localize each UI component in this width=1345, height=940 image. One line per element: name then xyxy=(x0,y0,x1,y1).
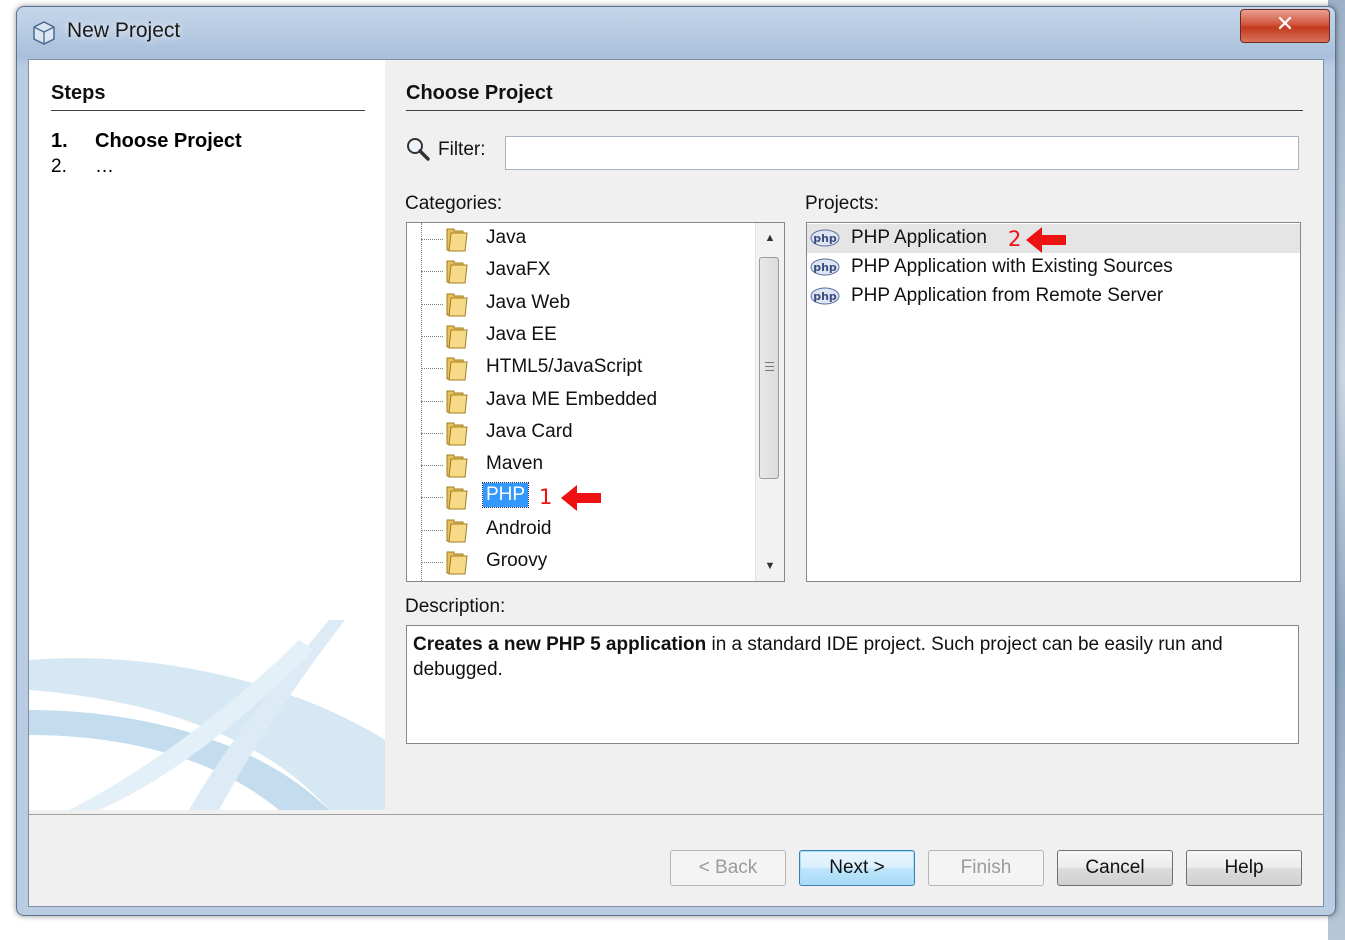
category-label: Android xyxy=(486,517,552,539)
tree-connector xyxy=(421,239,443,240)
category-label: PHP xyxy=(481,482,530,509)
svg-text:php: php xyxy=(813,290,837,303)
tree-connector xyxy=(421,465,443,467)
step-label: … xyxy=(95,156,114,177)
scrollbar-thumb[interactable] xyxy=(759,257,779,479)
step-label-current: Choose Project xyxy=(95,130,242,152)
annotation-marker-1: 1 xyxy=(539,485,553,509)
category-item[interactable]: JavaFX xyxy=(407,255,755,287)
folder-icon xyxy=(446,228,468,252)
filter-input[interactable] xyxy=(505,136,1299,170)
project-item[interactable]: php PHP Application with Existing Sources xyxy=(807,253,1300,282)
category-item[interactable]: Java EE xyxy=(407,320,755,352)
red-arrow-icon xyxy=(1026,227,1066,253)
category-label: Java Card xyxy=(486,420,573,442)
category-item[interactable]: Groovy xyxy=(407,546,755,578)
category-label: Maven xyxy=(486,453,544,475)
filter-label: Filter: xyxy=(438,139,486,160)
category-label: Java EE xyxy=(486,323,557,345)
folder-icon xyxy=(446,390,468,413)
cancel-button[interactable]: Cancel xyxy=(1057,850,1173,886)
tree-connector xyxy=(421,368,443,370)
project-label: PHP Application from Remote Server xyxy=(851,285,1164,306)
title-divider xyxy=(406,110,1303,111)
category-item[interactable]: Java ME Embedded xyxy=(407,385,755,417)
category-label: Groovy xyxy=(486,550,548,571)
category-label: JavaFX xyxy=(486,259,551,281)
category-label: Java Web xyxy=(486,291,571,313)
grip-icon xyxy=(765,362,774,374)
steps-divider xyxy=(51,110,365,111)
category-item[interactable]: Java xyxy=(407,223,755,255)
folder-icon xyxy=(446,454,468,478)
search-icon xyxy=(407,138,430,161)
page-title: Choose Project xyxy=(406,82,553,104)
new-project-dialog: New Project ✕ Steps 1. Choose Project 2.… xyxy=(16,6,1336,916)
tree-connector xyxy=(421,497,443,499)
category-label: HTML5/JavaScript xyxy=(486,356,643,378)
back-button[interactable]: < Back xyxy=(670,850,786,886)
footer-divider xyxy=(29,814,1323,815)
tree-connector xyxy=(421,562,443,563)
step-number: 1. xyxy=(51,130,68,152)
tree-connector xyxy=(421,432,443,434)
php-icon: php xyxy=(810,287,840,305)
window-title: New Project xyxy=(67,19,181,42)
title-bar[interactable]: New Project ✕ xyxy=(17,7,1335,59)
help-button[interactable]: Help xyxy=(1186,850,1302,886)
project-label: PHP Application with Existing Sources xyxy=(851,256,1173,277)
dialog-content: Steps 1. Choose Project 2. … Choose Proj… xyxy=(28,59,1324,907)
php-icon: php xyxy=(810,229,840,247)
steps-panel: Steps 1. Choose Project 2. … xyxy=(29,60,385,810)
category-label: Java xyxy=(486,227,527,248)
folder-icon xyxy=(446,260,468,284)
folder-icon xyxy=(446,357,468,381)
categories-tree[interactable]: Java JavaFX Java Web Java EE HTML5/JavaScrip… xyxy=(406,222,785,582)
decorative-swoosh-graphic xyxy=(29,620,385,810)
next-button[interactable]: Next > xyxy=(799,850,915,886)
folder-icon xyxy=(446,422,468,446)
description-label: Description: xyxy=(405,596,506,617)
scroll-down-arrow-icon[interactable]: ▼ xyxy=(756,551,784,581)
step-number: 2. xyxy=(51,156,67,177)
svg-text:php: php xyxy=(813,232,837,245)
svg-text:php: php xyxy=(813,261,837,274)
project-item[interactable]: php PHP Application from Remote Server xyxy=(807,282,1300,311)
php-icon: php xyxy=(810,258,840,276)
folder-icon xyxy=(446,519,468,543)
folder-icon xyxy=(446,551,468,575)
projects-label: Projects: xyxy=(805,193,879,214)
category-item[interactable]: Java Web xyxy=(407,288,755,320)
steps-title: Steps xyxy=(51,82,106,104)
project-label: PHP Application xyxy=(851,227,987,248)
folder-icon xyxy=(446,486,468,510)
scroll-up-arrow-icon[interactable]: ▲ xyxy=(756,223,784,253)
categories-scrollbar[interactable]: ▲ ▼ xyxy=(755,223,784,581)
description-bold: Creates a new PHP 5 application xyxy=(413,634,707,655)
category-item[interactable]: HTML5/JavaScript xyxy=(407,352,755,384)
category-item[interactable]: Java Card xyxy=(407,417,755,449)
red-arrow-icon xyxy=(561,485,601,511)
folder-icon xyxy=(446,293,468,317)
tree-connector xyxy=(421,400,443,402)
projects-list[interactable]: php PHP Application php PHP Application wit… xyxy=(806,222,1301,582)
tree-connector xyxy=(421,303,443,305)
category-item[interactable]: Maven xyxy=(407,449,755,481)
tree-connector xyxy=(421,271,443,273)
tree-connector xyxy=(421,529,443,531)
tree-connector xyxy=(421,335,443,337)
close-button[interactable]: ✕ xyxy=(1240,9,1330,43)
netbeans-cube-icon xyxy=(33,21,55,45)
category-label: Java ME Embedded xyxy=(486,388,658,410)
categories-label: Categories: xyxy=(405,193,503,214)
folder-icon xyxy=(446,325,468,349)
finish-button[interactable]: Finish xyxy=(928,850,1044,886)
description-box: Creates a new PHP 5 application in a sta… xyxy=(406,625,1299,744)
annotation-marker-2: 2 xyxy=(1008,227,1022,251)
category-item[interactable]: Android xyxy=(407,514,755,546)
